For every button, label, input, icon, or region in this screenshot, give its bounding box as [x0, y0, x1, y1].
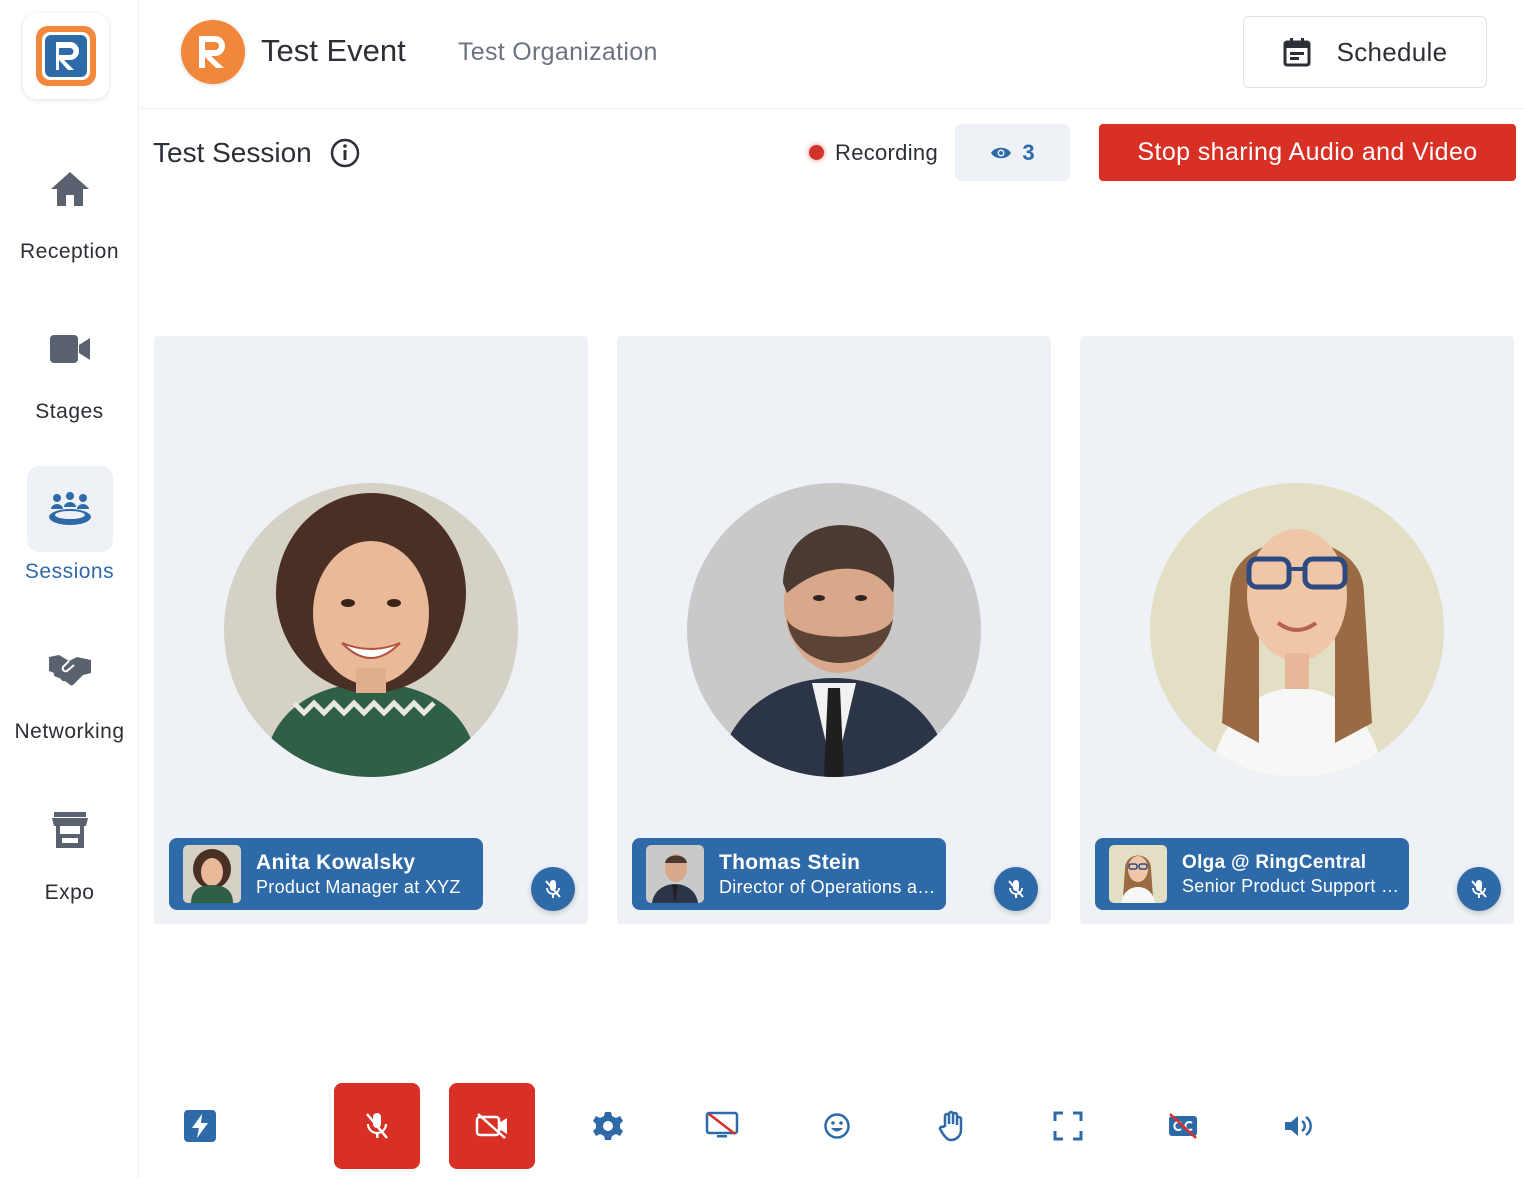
session-title: Test Session [153, 137, 312, 168]
mic-off-icon [366, 1113, 388, 1139]
event-logo [181, 20, 245, 84]
participant-name: Thomas Stein [719, 850, 861, 874]
participant-tile: Anita Kowalsky Product Manager at XYZ [154, 336, 588, 924]
settings-icon [593, 1112, 623, 1140]
participant-mute-button[interactable] [531, 867, 575, 911]
speaker-icon [1285, 1115, 1312, 1137]
participant-name-card: Anita Kowalsky Product Manager at XYZ [169, 838, 483, 910]
participant-thumbnail [1109, 845, 1167, 903]
recording-indicator-dot [809, 145, 824, 160]
organization-name[interactable]: Test Organization [458, 38, 658, 67]
captions-off-icon [1169, 1113, 1197, 1139]
participant-tile: Olga @ RingCentral Senior Product Suppor… [1080, 336, 1514, 924]
participant-name: Olga @ RingCentral [1182, 851, 1367, 873]
event-title: Test Event [261, 33, 406, 68]
participant-avatar [687, 483, 981, 777]
ringcentral-logo-icon [36, 26, 96, 86]
mic-off-icon [1008, 880, 1024, 898]
sidebar-item-stages[interactable]: Stages [0, 306, 139, 424]
screen-share-off-icon [705, 1111, 739, 1138]
recording-label: Recording [835, 140, 938, 165]
viewer-count-badge[interactable]: 3 [955, 124, 1070, 181]
sidebar-item-label: Stages [35, 400, 104, 423]
sidebar: Reception Stages Sessions Networking Exp… [0, 0, 139, 1178]
participant-name: Anita Kowalsky [256, 850, 416, 874]
stop-sharing-button[interactable]: Stop sharing Audio and Video [1099, 124, 1516, 181]
sidebar-item-label: Reception [19, 240, 120, 263]
emoji-icon [824, 1113, 850, 1139]
toggle-camera-button[interactable] [449, 1083, 535, 1169]
participant-name-card: Olga @ RingCentral Senior Product Suppor… [1095, 838, 1409, 910]
info-icon[interactable] [330, 138, 360, 168]
reactions-button[interactable] [794, 1083, 880, 1169]
captions-button[interactable] [1140, 1083, 1226, 1169]
participant-thumbnail [646, 845, 704, 903]
booth-icon [51, 812, 88, 848]
sidebar-item-expo[interactable]: Expo [0, 787, 139, 905]
raise-hand-icon [938, 1110, 963, 1142]
screen-share-button[interactable] [679, 1083, 765, 1169]
sidebar-item-sessions[interactable]: Sessions [0, 466, 139, 584]
event-r-logo-icon [199, 36, 225, 68]
participant-tile: Thomas Stein Director of Operations at .… [617, 336, 1051, 924]
participant-avatar [224, 483, 518, 777]
sidebar-item-label: Sessions [24, 560, 115, 583]
raise-hand-button[interactable] [909, 1083, 995, 1169]
mic-off-icon [545, 880, 561, 898]
eye-icon [991, 147, 1012, 158]
quick-actions-button[interactable] [157, 1083, 243, 1169]
fullscreen-icon [1053, 1111, 1083, 1141]
participant-title: Senior Product Support R... [1182, 875, 1402, 896]
calendar-icon [1283, 38, 1311, 67]
speaker-button[interactable] [1255, 1083, 1341, 1169]
home-icon [50, 172, 89, 206]
participant-name-card: Thomas Stein Director of Operations at .… [632, 838, 946, 910]
participant-title: Director of Operations at ... [719, 876, 939, 897]
participant-mute-button[interactable] [1457, 867, 1501, 911]
sidebar-item-networking[interactable]: Networking [0, 626, 139, 744]
participant-thumbnail [183, 845, 241, 903]
group-table-icon [48, 492, 91, 525]
top-bar: Test Event Test Organization Schedule [140, 0, 1524, 109]
participant-title: Product Manager at XYZ [256, 876, 461, 897]
viewer-count: 3 [1022, 139, 1035, 165]
sidebar-item-label: Networking [14, 720, 125, 743]
settings-button[interactable] [565, 1083, 651, 1169]
fullscreen-button[interactable] [1025, 1083, 1111, 1169]
participant-avatar [1150, 483, 1444, 777]
lightning-icon [184, 1110, 216, 1142]
camera-off-icon [475, 1113, 507, 1139]
sidebar-item-label: Expo [44, 881, 95, 904]
video-camera-icon [49, 335, 90, 363]
schedule-label: Schedule [1336, 36, 1448, 67]
schedule-button[interactable]: Schedule [1243, 16, 1487, 88]
mic-off-icon [1471, 880, 1487, 898]
toggle-microphone-button[interactable] [334, 1083, 420, 1169]
participant-mute-button[interactable] [994, 867, 1038, 911]
sidebar-item-reception[interactable]: Reception [0, 146, 139, 264]
app-logo[interactable] [23, 13, 109, 99]
handshake-icon [48, 655, 91, 686]
